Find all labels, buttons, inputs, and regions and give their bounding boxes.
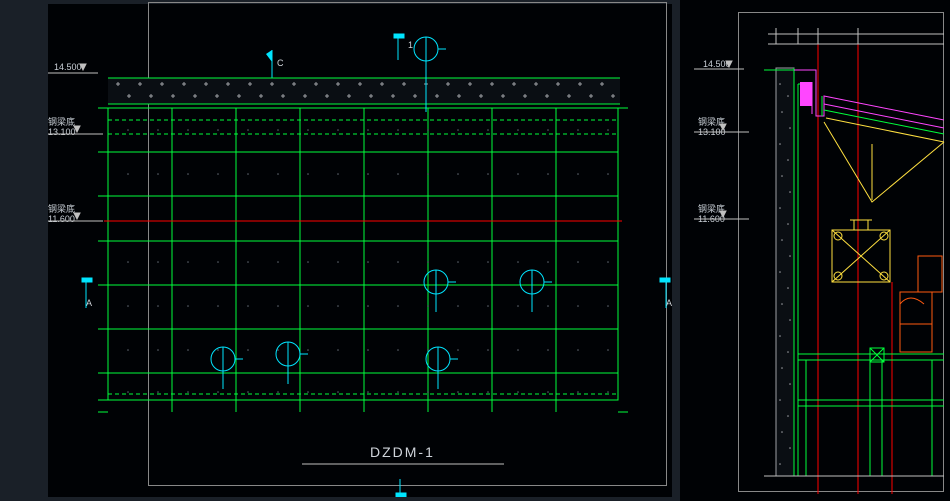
fixture-icon [426,347,458,389]
equipment-orange-icon [900,256,942,352]
cad-canvas[interactable]: DZDM-1 14.500 钢梁底 13.100 钢梁底 11.600 14.5… [0,0,950,501]
right-view-svg [694,4,950,501]
equipment-icon [832,220,890,282]
fixture-icon [211,347,243,389]
left-view-svg [48,4,688,497]
fixture-icon [520,270,552,312]
fixture-icon [276,342,308,384]
fixture-icon [424,270,456,312]
